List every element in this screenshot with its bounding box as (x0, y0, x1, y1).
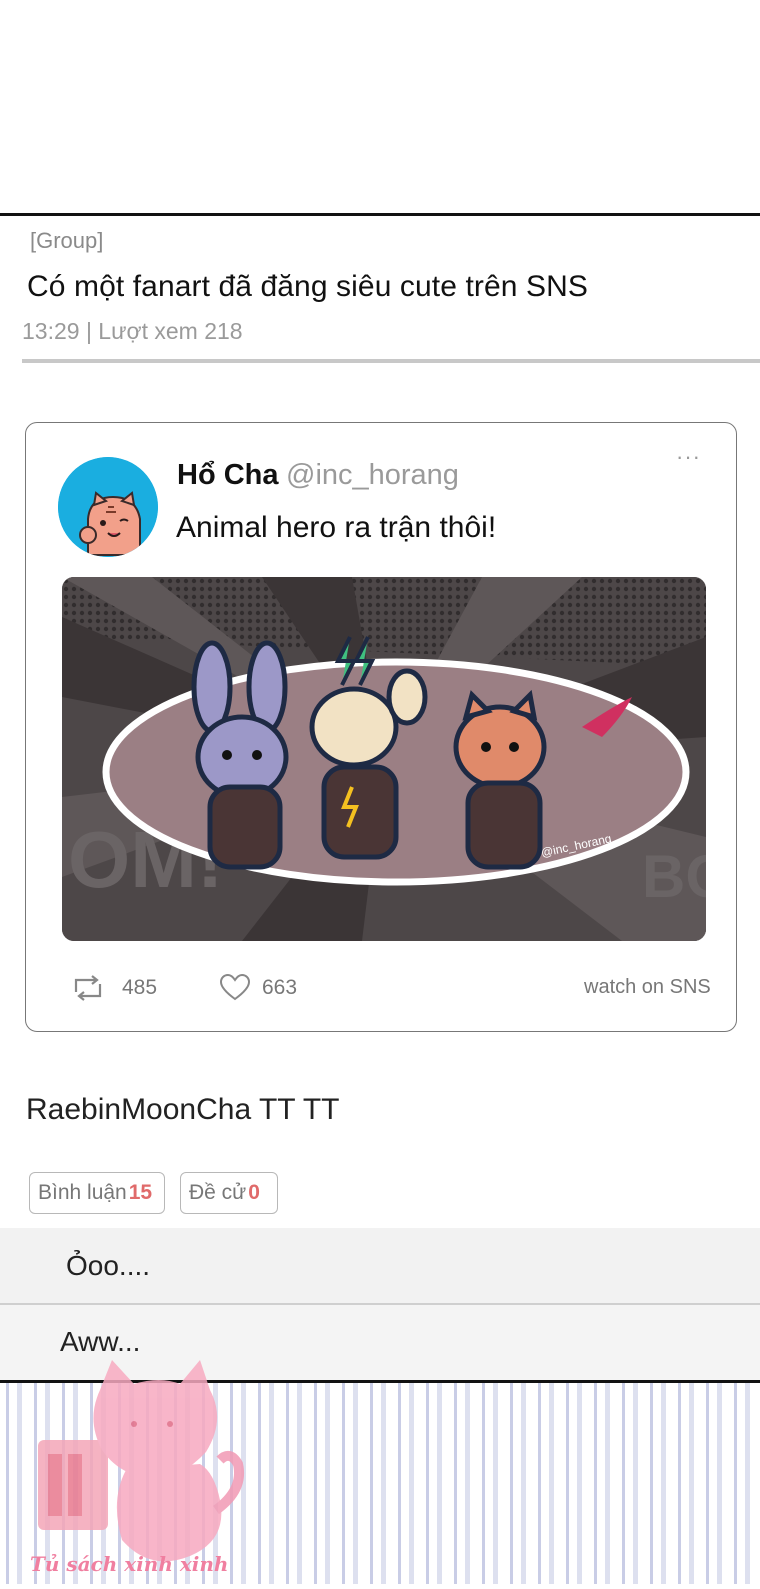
post-meta: 13:29 | Lượt xem 218 (22, 318, 243, 344)
comments-label: Bình luận (38, 1181, 127, 1204)
more-dots-icon[interactable]: ··· (676, 444, 701, 470)
comment-text: Aww... (60, 1326, 141, 1357)
comments-count: 15 (128, 1181, 153, 1204)
retweet-count: 485 (122, 976, 158, 999)
nominate-chip[interactable]: Đề cử 0 (180, 1172, 278, 1214)
post-title: Có một fanart đã đăng siêu cute trên SNS (27, 270, 588, 303)
like-count: 663 (262, 976, 298, 999)
author-avatar[interactable] (58, 457, 158, 557)
watch-on-sns-link[interactable]: watch on SNS (584, 976, 711, 999)
author-name[interactable]: Hổ Cha (177, 459, 279, 492)
heart-icon[interactable] (219, 973, 251, 1002)
group-tag: [Group] (30, 228, 104, 253)
comment-text: Ỏoo.... (66, 1250, 151, 1281)
top-blank-area (0, 0, 760, 214)
header-divider (0, 213, 760, 216)
tweet-image[interactable]: OM! BO @inc_horang (62, 577, 706, 941)
tweet-text: Animal hero ra trận thôi! (176, 511, 497, 544)
nominate-count: 0 (248, 1181, 260, 1204)
author-handle[interactable]: @inc_horang (286, 459, 459, 492)
watermark-text: Tủ sách xinh xinh (30, 1552, 229, 1576)
nominate-label: Đề cử (189, 1181, 247, 1204)
meta-divider (22, 359, 760, 363)
retweet-icon[interactable] (70, 974, 106, 1002)
svg-text:BO: BO (642, 843, 706, 910)
reply-text: RaebinMoonCha TT TT (26, 1093, 340, 1126)
watermark-cat-logo (30, 1360, 270, 1584)
comments-chip[interactable]: Bình luận 15 (29, 1172, 165, 1214)
